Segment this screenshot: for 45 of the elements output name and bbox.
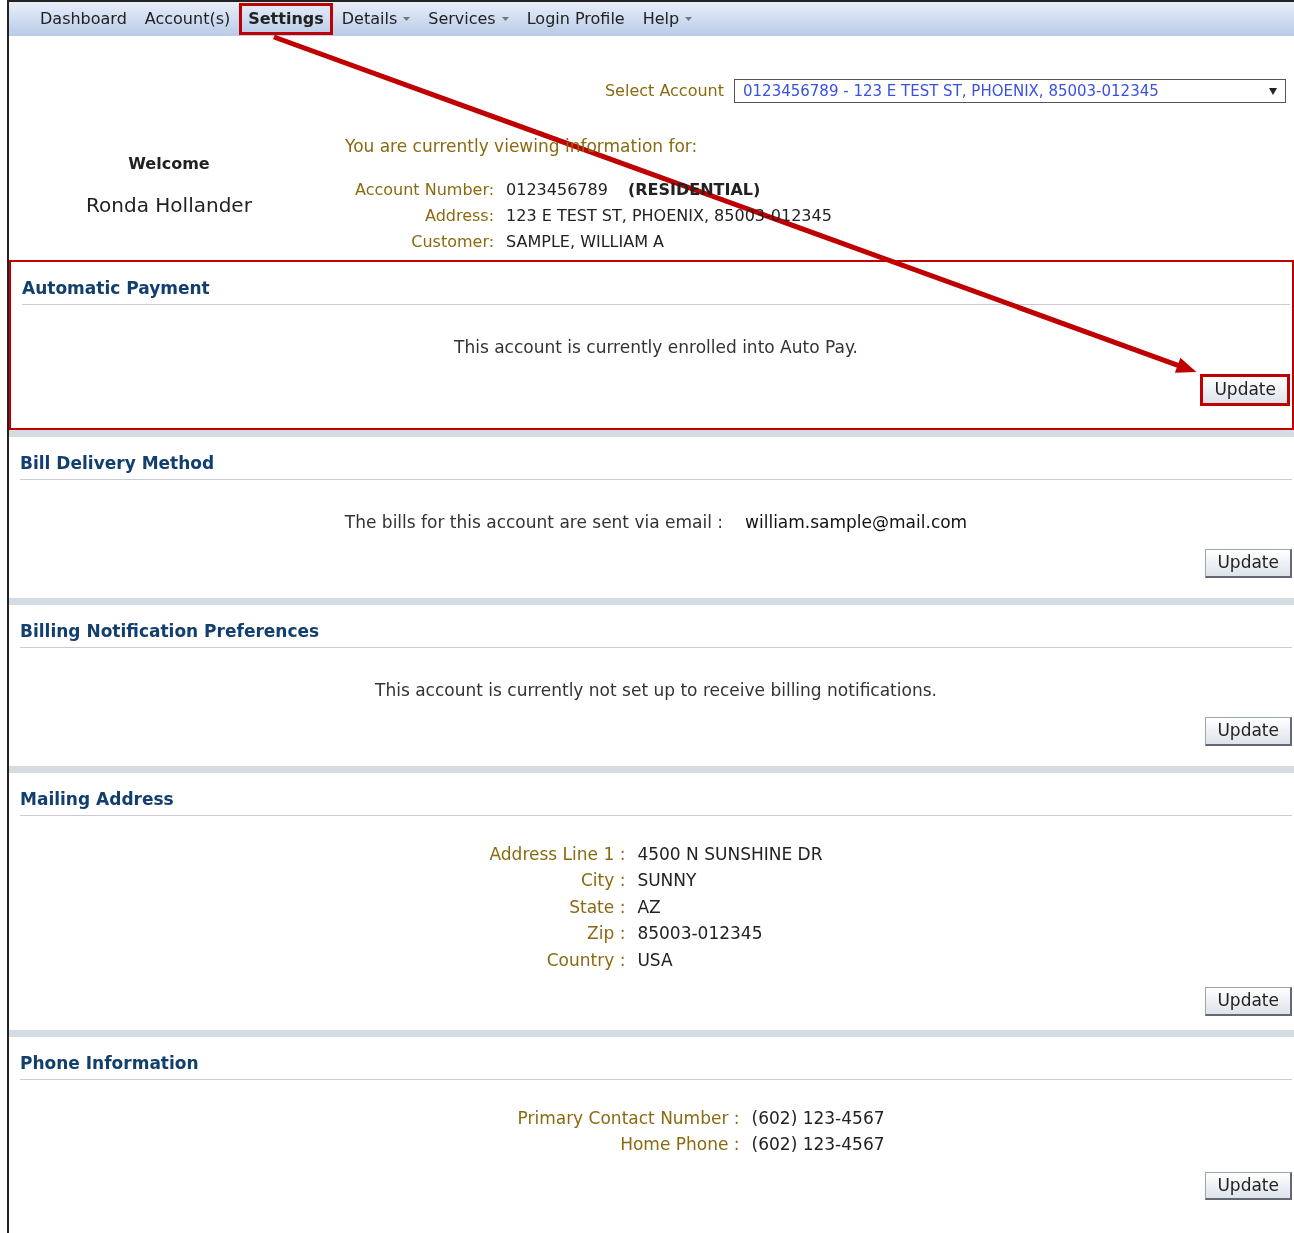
section-title: Billing Notification Preferences — [20, 621, 320, 641]
field-value: SAMPLE, WILLIAM A — [506, 231, 664, 251]
field-label: Home Phone : — [620, 1134, 740, 1154]
email-value: william.sample@mail.com — [745, 511, 968, 532]
nav-item[interactable]: Details — [332, 3, 420, 35]
field-value: 0123456789 — [506, 179, 608, 199]
field-value: USA — [637, 949, 673, 970]
section-title: Bill Delivery Method — [20, 453, 215, 473]
field-label: Primary Contact Number : — [517, 1107, 740, 1128]
section-message: This account is currently not set up to receive billing notifications. — [375, 679, 937, 700]
dropdown-arrow-icon — [1269, 87, 1277, 95]
update-button[interactable]: Update — [1205, 1171, 1292, 1200]
nav-item[interactable]: Services — [419, 3, 518, 35]
nav-item[interactable]: Help — [633, 3, 702, 35]
field-value: (602) 123-4567 — [751, 1134, 885, 1154]
update-button[interactable]: Update — [1205, 987, 1292, 1016]
field-label: Account Number: — [355, 179, 495, 199]
nav-item[interactable]: Account(s) — [135, 3, 240, 35]
welcome-text: Welcome — [128, 153, 210, 175]
section-message: This account is currently enrolled into Auto Pay. — [454, 336, 858, 357]
field-label: State : — [569, 896, 626, 917]
update-button[interactable]: Update — [1200, 374, 1290, 406]
field-value: (602) 123-4567 — [751, 1107, 885, 1128]
field-value: 85003-012345 — [637, 923, 763, 943]
field-label: Address: — [424, 205, 495, 225]
field-value: AZ — [637, 896, 661, 917]
field-label: Address Line 1 : — [489, 843, 626, 864]
section-title: Automatic Payment — [22, 278, 210, 298]
nav-item[interactable]: Dashboard — [31, 3, 136, 35]
section-message: The bills for this account are sent via email : — [344, 511, 724, 532]
field-label: Zip : — [587, 923, 626, 943]
field-label: Country : — [546, 949, 626, 970]
nav-item[interactable]: Login Profile — [517, 3, 634, 35]
account-select[interactable]: 0123456789 - 123 E TEST ST, PHOENIX, 85003-012345 — [734, 79, 1286, 103]
field-label: Customer: — [411, 231, 495, 251]
user-name: Ronda Hollander — [86, 192, 252, 219]
field-label: Select Account — [604, 80, 724, 102]
nav-item[interactable]: Settings — [239, 3, 333, 35]
section-title: Mailing Address — [20, 789, 174, 809]
update-button[interactable]: Update — [1205, 717, 1292, 746]
field-value: SUNNY — [637, 870, 697, 890]
section-title: Phone Information — [20, 1053, 199, 1073]
field-label: City : — [580, 870, 626, 890]
update-button[interactable]: Update — [1205, 549, 1292, 578]
field-value: 4500 N SUNSHINE DR — [637, 843, 823, 864]
